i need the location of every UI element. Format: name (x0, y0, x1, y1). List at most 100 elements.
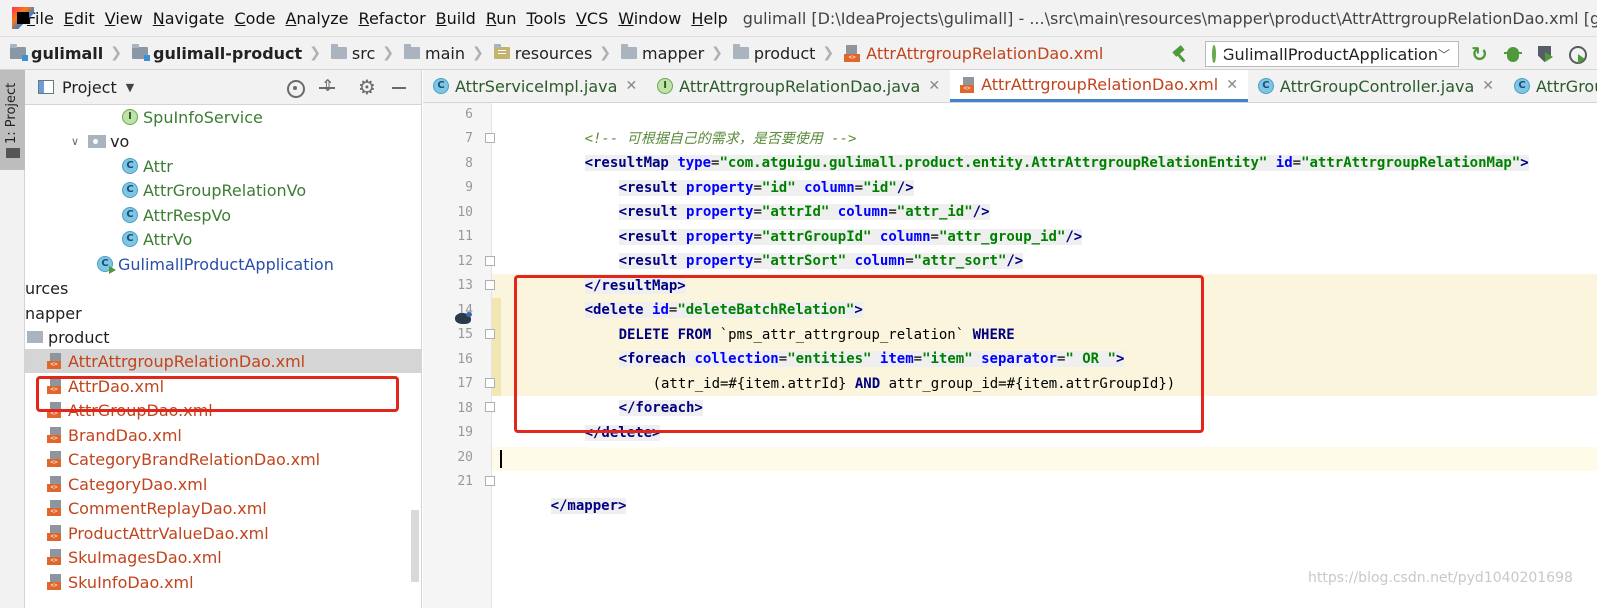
menu-window[interactable]: Window (618, 9, 681, 28)
xml-file-icon (47, 525, 63, 541)
menu-edit[interactable]: Edit (64, 9, 95, 28)
profile-icon[interactable] (1567, 44, 1587, 64)
hide-panel-icon[interactable] (390, 79, 408, 97)
line-number: 10 (457, 205, 473, 220)
tree-item-selected[interactable]: AttrAttrgroupRelationDao.xml (25, 349, 421, 373)
tree-item[interactable]: urces (25, 276, 421, 300)
window-title: gulimall [D:\IdeaProjects\gulimall] - ..… (742, 8, 1597, 28)
menu-tools[interactable]: Tools (527, 9, 566, 28)
code-line: <result property="id" column="id"/> (492, 152, 1597, 196)
tree-item[interactable]: CommentReplayDao.xml (25, 496, 421, 520)
line-number: 16 (457, 352, 473, 367)
code-line: <result property="attrId" column="attr_i… (492, 176, 1597, 220)
line-number: 13 (457, 278, 473, 293)
breadcrumb-main[interactable]: main (394, 44, 465, 63)
tree-item[interactable]: CategoryBrandRelationDao.xml (25, 447, 421, 471)
tree-item[interactable]: product (25, 325, 421, 349)
module-folder-icon (131, 44, 150, 61)
code-line: <result property="attrSort" column="attr… (492, 225, 1597, 269)
run-with-coverage-icon[interactable] (1535, 44, 1555, 64)
breadcrumb-separator-icon: ❯ (711, 45, 723, 61)
breadcrumb-gulimall-product[interactable]: gulimall-product (122, 44, 302, 63)
tree-item-label: ProductAttrValueDao.xml (68, 523, 269, 543)
collapse-all-icon[interactable] (318, 76, 336, 97)
tab-attr-attrgroup-relation-dao-xml[interactable]: AttrAttrgroupRelationDao.xml ✕ (950, 70, 1248, 102)
line-number: 9 (465, 180, 473, 195)
toolbar-run-controls: GulimallProductApplication ﹀ (1171, 37, 1597, 71)
rerun-icon[interactable] (1471, 42, 1491, 66)
project-view-selector[interactable]: Project (62, 78, 117, 97)
caret-down-icon[interactable]: ▼ (126, 81, 134, 94)
build-hammer-icon[interactable] (1171, 45, 1189, 63)
tab-label: AttrServiceImpl.java (455, 76, 618, 96)
xml-file-icon (47, 500, 63, 516)
close-icon[interactable]: ✕ (625, 78, 637, 94)
breadcrumb-src[interactable]: src (321, 44, 375, 63)
tree-item[interactable]: C GulimallProductApplication (25, 252, 421, 276)
tree-item[interactable]: ∨ vo (25, 129, 421, 153)
line-number: 21 (457, 474, 473, 489)
tree-scrollbar[interactable] (411, 510, 419, 582)
tree-item[interactable]: BrandDao.xml (25, 423, 421, 447)
menu-bar: File Edit View Navigate Code Analyze Ref… (0, 0, 1597, 36)
editor-tab-bar: C AttrServiceImpl.java ✕ I AttrAttrgroup… (423, 70, 1597, 103)
run-configuration-select[interactable]: GulimallProductApplication ﹀ (1205, 41, 1459, 67)
class-icon: C (122, 231, 138, 247)
tree-item-label: AttrGroupRelationVo (143, 180, 307, 200)
run-configuration-label: GulimallProductApplication (1222, 44, 1438, 64)
gear-icon[interactable] (358, 75, 376, 99)
tree-item[interactable]: I SpuInfoService (25, 105, 421, 129)
breadcrumb-mapper[interactable]: mapper (611, 44, 704, 63)
breadcrumb-gulimall[interactable]: gulimall (0, 44, 103, 63)
tab-label: AttrAttrgroupRelationDao.xml (981, 75, 1219, 94)
watermark: https://blog.csdn.net/pyd1040201698 (1308, 570, 1573, 586)
tree-item-label: GulimallProductApplication (118, 254, 334, 274)
mybatisx-bird-icon[interactable] (453, 310, 473, 326)
xml-file-icon (960, 76, 976, 93)
tree-item[interactable]: ProductAttrValueDao.xml (25, 521, 421, 545)
menu-view[interactable]: View (105, 9, 143, 28)
close-icon[interactable]: ✕ (928, 78, 940, 94)
tree-item[interactable]: CategoryDao.xml (25, 472, 421, 496)
tab-attr-attrgroup-relation-dao-java[interactable]: I AttrAttrgroupRelationDao.java ✕ (647, 70, 950, 102)
close-icon[interactable]: ✕ (1482, 78, 1494, 94)
menu-code[interactable]: Code (235, 9, 276, 28)
tab-attr-group-relation[interactable]: C AttrGroupRelatio (1504, 70, 1597, 102)
menu-analyze[interactable]: Analyze (285, 9, 348, 28)
tree-item[interactable]: C AttrVo (25, 227, 421, 251)
tree-item[interactable]: SkuInfoDao.xml (25, 570, 421, 594)
menu-help[interactable]: Help (691, 9, 727, 28)
spring-app-class-icon: C (97, 256, 116, 274)
menu-refactor[interactable]: Refactor (359, 9, 426, 28)
tree-item[interactable]: C Attr (25, 154, 421, 178)
class-icon: C (1514, 78, 1530, 94)
breadcrumb-file[interactable]: AttrAttrgroupRelationDao.xml (834, 44, 1103, 63)
tree-item[interactable]: C AttrRespVo (25, 203, 421, 227)
breadcrumb-resources[interactable]: resources (484, 44, 592, 63)
menu-navigate[interactable]: Navigate (153, 9, 225, 28)
locate-file-icon[interactable] (286, 79, 305, 98)
tree-item-label: napper (25, 303, 82, 323)
class-icon: C (433, 78, 449, 94)
tree-item-label: AttrRespVo (143, 205, 232, 225)
folder-icon (330, 44, 347, 59)
tab-attr-group-controller[interactable]: C AttrGroupController.java ✕ (1248, 70, 1504, 102)
line-number: 12 (457, 254, 473, 269)
tab-attr-service-impl[interactable]: C AttrServiceImpl.java ✕ (423, 70, 647, 102)
line-number: 7 (465, 131, 473, 146)
text-caret (500, 450, 502, 468)
menu-vcs[interactable]: VCS (576, 9, 608, 28)
tree-item[interactable]: napper (25, 301, 421, 325)
menu-run[interactable]: Run (486, 9, 517, 28)
folder-icon (621, 44, 638, 59)
breadcrumb-product[interactable]: product (723, 44, 815, 63)
close-icon[interactable]: ✕ (1226, 77, 1238, 93)
project-tool-window-tab[interactable]: 1: Project (0, 70, 25, 170)
resources-folder-icon (493, 44, 510, 59)
tree-item[interactable]: C AttrGroupRelationVo (25, 178, 421, 202)
chevron-down-icon[interactable]: ∨ (71, 135, 79, 148)
debug-bug-icon[interactable] (1503, 44, 1523, 64)
tree-item[interactable]: SkuImagesDao.xml (25, 545, 421, 569)
menu-build[interactable]: Build (436, 9, 476, 28)
tree-item-label: AttrAttrgroupRelationDao.xml (68, 351, 306, 371)
